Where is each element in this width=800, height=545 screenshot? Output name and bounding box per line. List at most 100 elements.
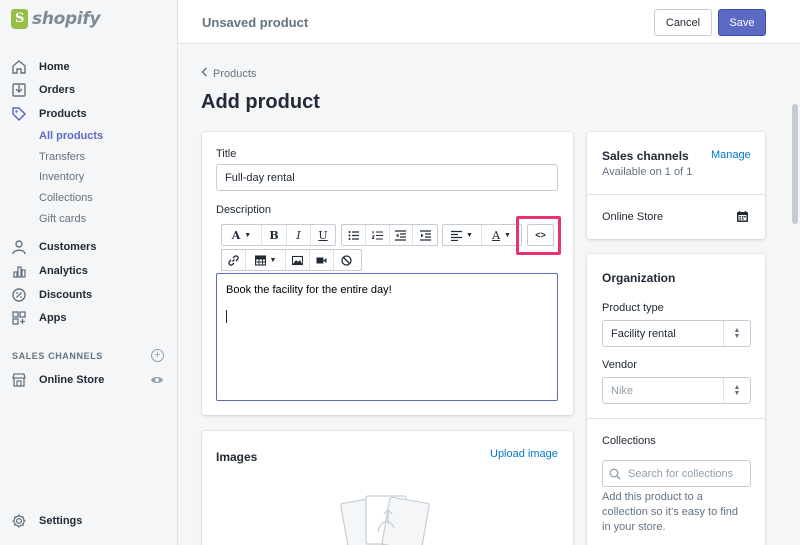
scrollbar-thumb[interactable]	[792, 104, 798, 224]
sidebar-item-label: Online Store	[39, 374, 105, 386]
bullet-list-icon[interactable]	[342, 225, 366, 245]
breadcrumb-label: Products	[213, 67, 257, 80]
cancel-button[interactable]: Cancel	[654, 9, 712, 36]
vendor-label: Vendor	[602, 359, 637, 371]
font-style-dropdown[interactable]: A ▼	[222, 225, 262, 245]
collections-label: Collections	[602, 435, 656, 447]
text-cursor	[226, 310, 227, 323]
sidebar-subitem-collections[interactable]: Collections	[39, 192, 93, 204]
font-style-label: A	[231, 228, 241, 242]
sidebar-item-customers[interactable]: Customers	[11, 239, 96, 255]
person-icon	[11, 239, 27, 255]
home-icon	[11, 59, 27, 75]
product-type-label: Product type	[602, 302, 664, 314]
product-type-value: Facility rental	[611, 327, 676, 340]
sidebar-item-label: Apps	[39, 312, 67, 324]
indent-icon[interactable]	[413, 225, 437, 245]
html-button-highlight	[516, 216, 561, 255]
link-icon[interactable]	[222, 250, 246, 270]
align-color-group: ▼ A ▼	[442, 224, 522, 246]
table-dropdown[interactable]: ▼	[246, 250, 286, 270]
text-color-label: A	[492, 228, 501, 242]
description-editor[interactable]: Book the facility for the entire day!	[216, 273, 558, 401]
select-arrows-icon: ▲ ▼	[723, 378, 750, 403]
sidebar-subitem-gift-cards[interactable]: Gift cards	[39, 213, 86, 225]
collections-help-line-2: collection so it's easy to find	[602, 506, 739, 518]
caret-down-icon: ▼	[244, 231, 252, 239]
breadcrumb[interactable]: Products	[201, 67, 256, 80]
underline-button[interactable]: U	[311, 225, 335, 245]
bar-chart-icon	[11, 263, 27, 279]
collections-search-input[interactable]: Search for collections	[602, 460, 751, 487]
vendor-placeholder: Nike	[611, 384, 634, 397]
images-title: Images	[216, 450, 258, 464]
page-title: Add product	[201, 91, 320, 113]
sidebar-item-analytics[interactable]: Analytics	[11, 263, 88, 279]
manage-link[interactable]: Manage	[711, 149, 751, 161]
shopify-bag-icon	[11, 9, 28, 29]
orders-icon	[11, 82, 27, 98]
title-input[interactable]: Full-day rental	[216, 164, 558, 191]
sales-channels-header: SALES CHANNELS	[12, 351, 103, 361]
bold-button[interactable]: B	[262, 225, 287, 245]
images-placeholder-illustration	[340, 492, 432, 545]
divider	[587, 194, 765, 195]
tag-icon	[11, 106, 27, 122]
text-format-group: A ▼ B I U	[221, 224, 336, 246]
discount-icon	[11, 287, 27, 303]
topbar-title: Unsaved product	[202, 15, 309, 30]
sales-channels-title: Sales channels	[602, 149, 689, 163]
sidebar-item-settings[interactable]: Settings	[11, 513, 82, 529]
sidebar-item-apps[interactable]: Apps	[11, 310, 67, 326]
numbered-list-icon[interactable]	[366, 225, 390, 245]
availability-text: Available on 1 of 1	[602, 166, 693, 178]
outdent-icon[interactable]	[390, 225, 414, 245]
scrollbar[interactable]	[790, 44, 800, 545]
sidebar-item-products[interactable]: Products	[11, 106, 87, 122]
collections-help-line-3: in your store.	[602, 521, 666, 533]
apps-icon	[11, 310, 27, 326]
eye-icon[interactable]	[150, 374, 164, 389]
shopify-logo[interactable]: shopify	[11, 9, 101, 29]
caret-down-icon: ▼	[269, 256, 277, 264]
top-bar: Unsaved product Cancel Save	[178, 0, 800, 44]
table-icon	[254, 254, 266, 266]
logo-text: shopify	[32, 9, 101, 29]
sidebar-item-online-store[interactable]: Online Store	[11, 372, 104, 388]
clear-formatting-icon[interactable]	[334, 250, 358, 270]
caret-down-icon: ▼	[466, 231, 473, 239]
sidebar-subitem-inventory[interactable]: Inventory	[39, 171, 84, 183]
save-button[interactable]: Save	[718, 9, 766, 36]
add-sales-channel-icon[interactable]: +	[151, 349, 164, 362]
calendar-icon[interactable]	[736, 210, 749, 226]
sidebar-item-orders[interactable]: Orders	[11, 82, 75, 98]
collections-placeholder: Search for collections	[628, 467, 734, 480]
sidebar-item-label: Settings	[39, 515, 83, 527]
divider	[587, 418, 765, 419]
collections-help-line-1: Add this product to a	[602, 491, 703, 503]
upload-image-link[interactable]: Upload image	[490, 448, 558, 460]
description-text: Book the facility for the entire day!	[226, 284, 392, 296]
sidebar-item-label: Customers	[39, 241, 97, 253]
sidebar-item-label: Orders	[39, 84, 76, 96]
sidebar: shopify Home Orders Products All product…	[0, 0, 178, 545]
sidebar-subitem-transfers[interactable]: Transfers	[39, 151, 85, 163]
align-left-icon	[451, 230, 463, 241]
image-icon[interactable]	[286, 250, 310, 270]
video-icon[interactable]	[310, 250, 334, 270]
sidebar-item-discounts[interactable]: Discounts	[11, 287, 92, 303]
online-store-channel: Online Store	[602, 211, 664, 223]
sidebar-subitem-all-products[interactable]: All products	[39, 130, 103, 142]
organization-title: Organization	[602, 271, 676, 285]
product-type-select[interactable]: Facility rental ▲ ▼	[602, 320, 751, 347]
sidebar-item-label: Discounts	[39, 289, 93, 301]
caret-down-icon: ▼	[504, 231, 511, 239]
search-icon	[609, 468, 621, 480]
italic-button[interactable]: I	[287, 225, 311, 245]
sidebar-item-home[interactable]: Home	[11, 59, 70, 75]
title-label: Title	[216, 148, 237, 160]
gear-icon	[11, 513, 27, 529]
description-label: Description	[216, 204, 272, 216]
vendor-select[interactable]: Nike ▲ ▼	[602, 377, 751, 404]
align-dropdown[interactable]: ▼	[443, 225, 483, 245]
